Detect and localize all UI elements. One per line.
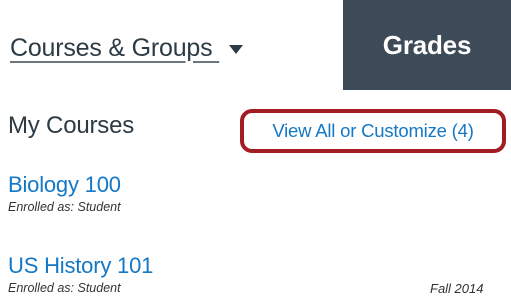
grades-nav-button[interactable]: Grades xyxy=(343,0,511,90)
course-enrollment: Enrolled as: Student xyxy=(8,281,121,295)
customize-highlight-box: View All or Customize (4) xyxy=(240,109,506,153)
course-link[interactable]: Biology 100 xyxy=(8,172,121,198)
course-item: Biology 100 Enrolled as: Student xyxy=(8,172,121,214)
course-item: US History 101 Enrolled as: Student xyxy=(8,253,153,295)
courses-menu-page: Courses & Groups Grades My Courses View … xyxy=(0,0,511,305)
view-all-customize-link[interactable]: View All or Customize (4) xyxy=(272,120,474,142)
caret-down-icon[interactable] xyxy=(229,44,244,54)
my-courses-heading: My Courses xyxy=(8,112,135,139)
course-link[interactable]: US History 101 xyxy=(8,253,153,279)
course-enrollment: Enrolled as: Student xyxy=(8,200,121,214)
courses-groups-menu[interactable]: Courses & Groups xyxy=(10,25,244,71)
courses-groups-label[interactable]: Courses & Groups xyxy=(10,34,219,63)
course-term: Fall 2014 xyxy=(430,281,484,296)
grades-label[interactable]: Grades xyxy=(383,30,472,61)
